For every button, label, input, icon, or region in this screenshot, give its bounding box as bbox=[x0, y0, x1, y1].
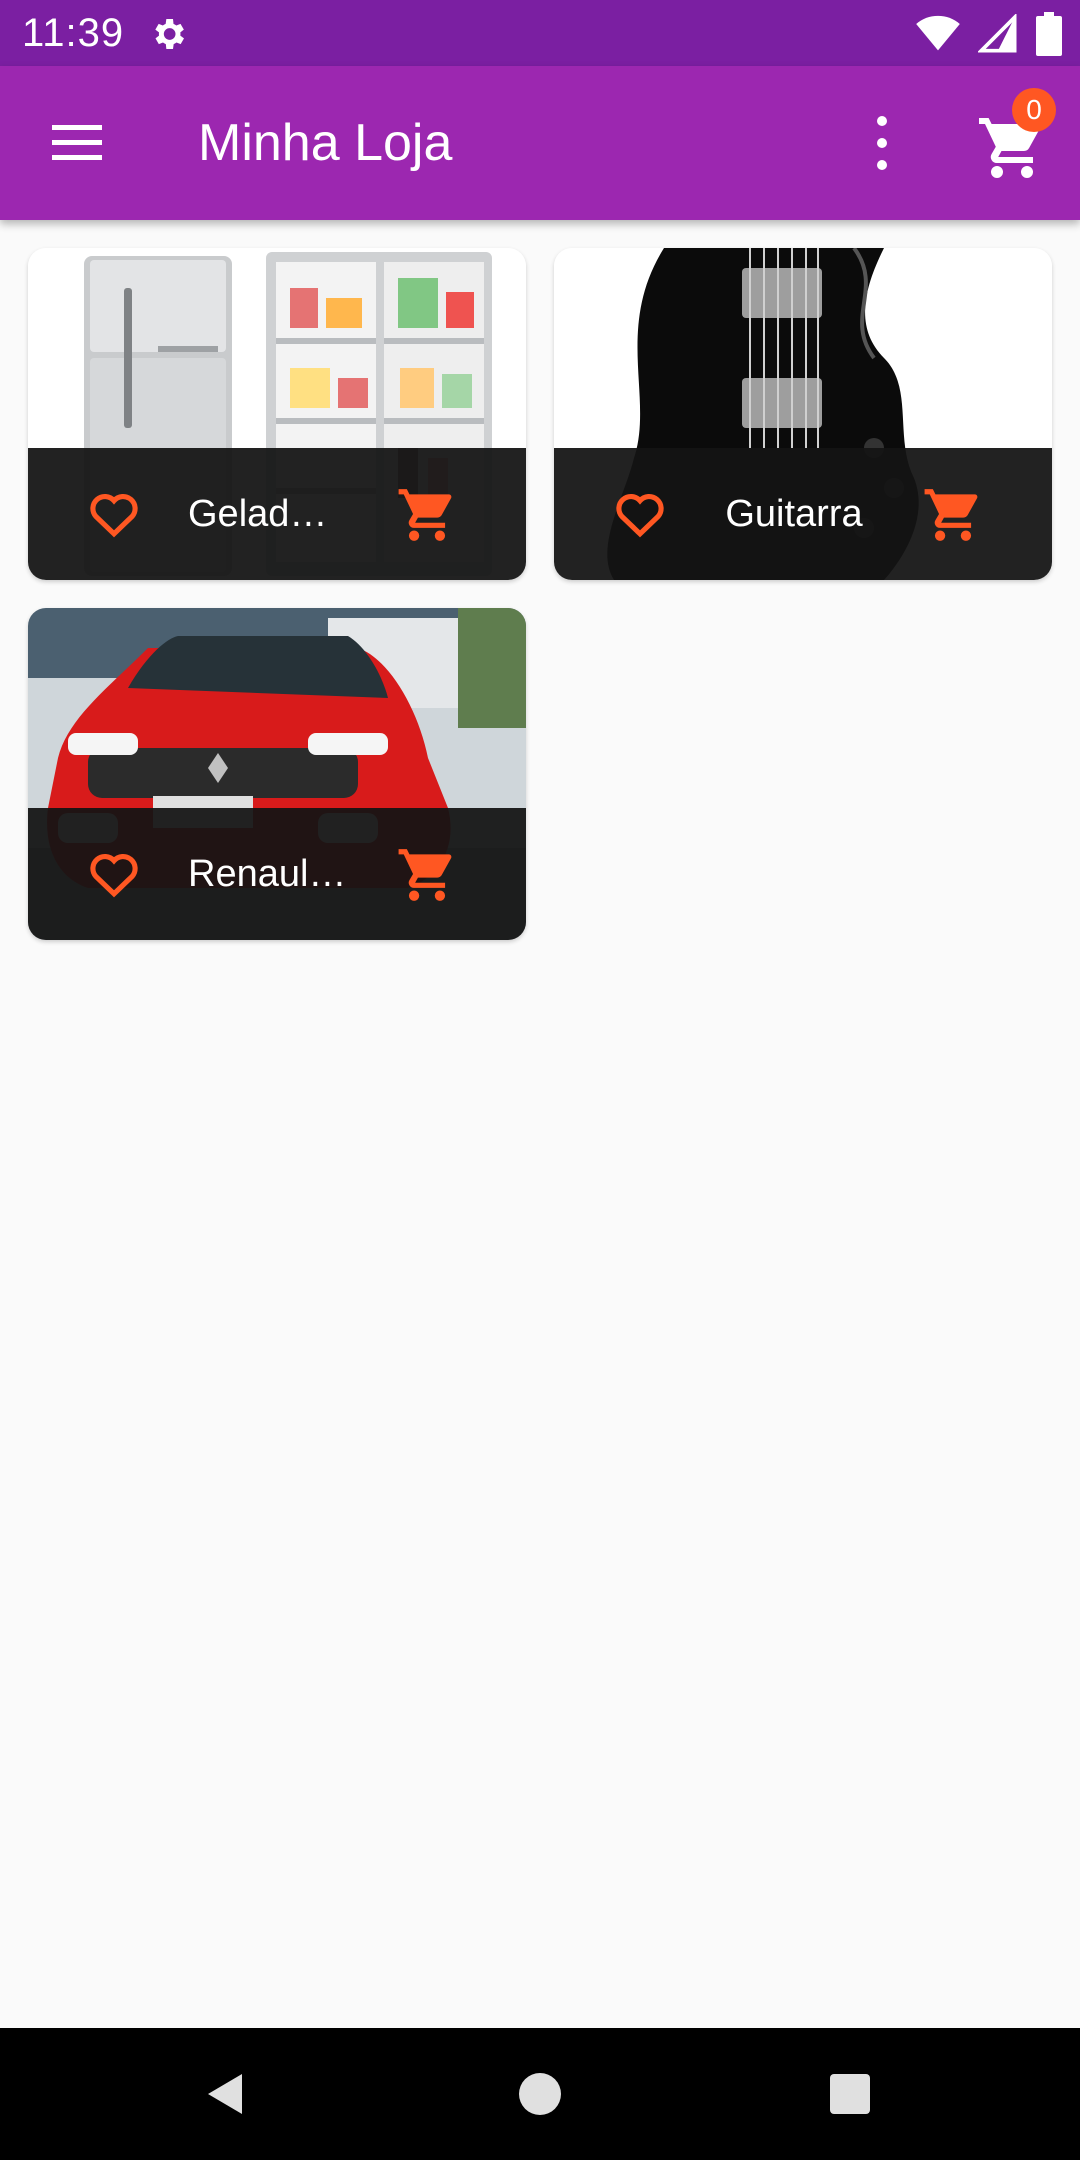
home-icon[interactable] bbox=[510, 2064, 570, 2124]
navigation-bar bbox=[0, 2028, 1080, 2160]
product-card-footer: Renault Kwid bbox=[28, 808, 526, 940]
wifi-icon bbox=[916, 15, 960, 51]
product-card-footer: Geladeira bbox=[28, 448, 526, 580]
favorite-heart-icon[interactable] bbox=[84, 846, 144, 902]
app-title: Minha Loja bbox=[198, 114, 453, 172]
favorite-heart-icon[interactable] bbox=[610, 486, 670, 542]
settings-icon bbox=[155, 19, 184, 49]
recents-icon[interactable] bbox=[820, 2064, 880, 2124]
status-time: 11:39 bbox=[22, 11, 125, 55]
more-options-icon[interactable] bbox=[862, 111, 902, 175]
add-to-cart-icon[interactable] bbox=[396, 484, 458, 546]
app-bar: Minha Loja 0 bbox=[0, 66, 1080, 220]
status-bar: 11:39 bbox=[0, 0, 1080, 66]
menu-icon[interactable] bbox=[42, 113, 112, 173]
signal-icon bbox=[978, 14, 1017, 53]
product-name: Guitarra bbox=[725, 493, 863, 535]
status-icons bbox=[916, 12, 1062, 56]
battery-icon bbox=[1036, 12, 1062, 56]
product-card[interactable]: Geladeira bbox=[28, 248, 526, 580]
add-to-cart-icon[interactable] bbox=[396, 844, 458, 906]
favorite-heart-icon[interactable] bbox=[84, 486, 144, 542]
product-name: Geladeira bbox=[188, 493, 348, 535]
back-icon[interactable] bbox=[196, 2064, 256, 2124]
cart-count-badge: 0 bbox=[1012, 88, 1056, 132]
product-card[interactable]: Guitarra bbox=[554, 248, 1052, 580]
add-to-cart-icon[interactable] bbox=[922, 484, 984, 546]
product-card-footer: Guitarra bbox=[554, 448, 1052, 580]
product-name: Renault Kwid bbox=[188, 853, 348, 895]
product-card[interactable]: Renault Kwid bbox=[28, 608, 526, 940]
